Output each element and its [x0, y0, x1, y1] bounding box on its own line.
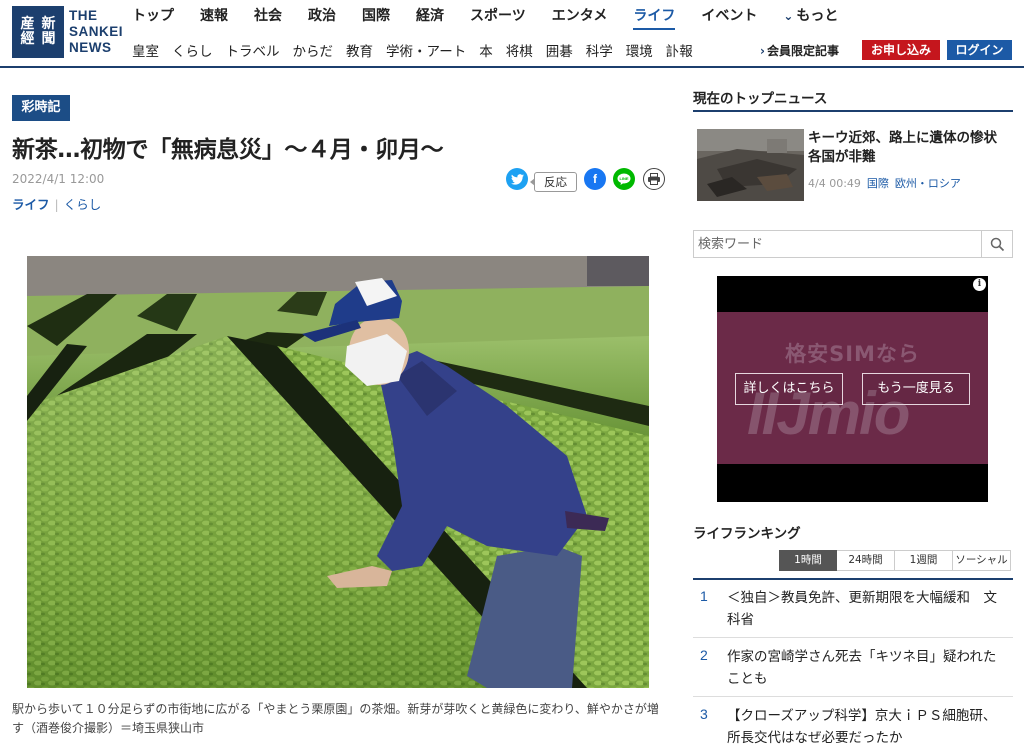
nav-sports[interactable]: スポーツ: [470, 0, 526, 30]
ranking-heading: ライフランキング: [693, 526, 801, 542]
logo-mark: 産 新 經 聞: [12, 6, 64, 58]
rank-title: 【クローズアップ科学】京大ｉＰＳ細胞研、所長交代はなぜ必要だったか: [727, 708, 997, 746]
subnav-go[interactable]: 囲碁: [546, 40, 573, 60]
ranking-tabs: 1時間 24時間 1週間 ソーシャル: [779, 550, 1011, 571]
print-icon[interactable]: [643, 168, 665, 190]
nav-top[interactable]: トップ: [132, 0, 174, 30]
category-life-link[interactable]: ライフ: [12, 197, 50, 212]
facebook-icon[interactable]: f: [584, 168, 606, 190]
nav-politics[interactable]: 政治: [308, 0, 336, 30]
tab-1-week[interactable]: 1週間: [895, 550, 953, 571]
member-only-link[interactable]: › 会員限定記事: [760, 42, 839, 59]
nav-society[interactable]: 社会: [254, 0, 282, 30]
top-news-meta: 4/4 00:49 国際 欧州・ロシア: [808, 175, 967, 191]
subnav-education[interactable]: 教育: [346, 40, 373, 60]
search-box: [693, 230, 1013, 258]
subnav-living[interactable]: くらし: [172, 40, 213, 60]
nav-international[interactable]: 国際: [362, 0, 390, 30]
top-news-time: 4/4 00:49: [808, 177, 861, 190]
sankei-logo[interactable]: 産 新 經 聞 THE SANKEI NEWS: [12, 6, 123, 60]
category-living-link[interactable]: くらし: [64, 197, 102, 212]
subnav-science[interactable]: 科学: [586, 40, 613, 60]
subnav-imperial[interactable]: 皇室: [132, 40, 159, 60]
twitter-icon[interactable]: [506, 168, 528, 190]
photo-caption: 駅から歩いて１０分足らずの市街地に広がる「やまとう栗原園」の茶畑。新芽が芽吹くと…: [12, 702, 659, 735]
ad-replay-button[interactable]: もう一度見る: [862, 373, 970, 405]
subnav-obituaries[interactable]: 訃報: [666, 40, 693, 60]
top-news-thumbnail[interactable]: [697, 129, 804, 201]
search-button[interactable]: [981, 231, 1012, 257]
rank-title: 作家の宮崎学さん死去「キツネ目」疑われたことも: [727, 649, 997, 687]
subnav-shogi[interactable]: 将棋: [506, 40, 533, 60]
top-news-category-international[interactable]: 国際: [867, 177, 889, 190]
rank-number: 1: [700, 588, 708, 604]
ranking-item[interactable]: 3 【クローズアップ科学】京大ｉＰＳ細胞研、所長交代はなぜ必要だったか: [693, 698, 1013, 749]
info-icon[interactable]: i: [973, 278, 986, 291]
tab-24-hours[interactable]: 24時間: [837, 550, 895, 571]
subnav-environment[interactable]: 環境: [626, 40, 653, 60]
ad-tagline: 格安SIMなら: [785, 342, 920, 366]
top-news-category-europe-russia[interactable]: 欧州・ロシア: [895, 177, 961, 190]
login-button[interactable]: ログイン: [947, 40, 1012, 60]
tab-1-hour[interactable]: 1時間: [779, 550, 837, 571]
logo-text: THE SANKEI NEWS: [69, 8, 124, 55]
rank-number: 2: [700, 647, 708, 663]
main-nav: トップ 速報 社会 政治 国際 経済 スポーツ エンタメ ライフ イベント ⌄ も…: [132, 0, 838, 30]
site-header: 産 新 經 聞 THE SANKEI NEWS トップ 速報 社会 政治 国際 …: [0, 0, 1024, 68]
rank-number: 3: [700, 706, 708, 722]
category-separator: |: [54, 197, 59, 212]
subnav-books[interactable]: 本: [479, 40, 493, 60]
reaction-button[interactable]: 反応: [530, 172, 577, 192]
line-icon[interactable]: LINE: [613, 168, 635, 190]
nav-breaking[interactable]: 速報: [200, 0, 228, 30]
nav-life[interactable]: ライフ: [633, 0, 676, 30]
top-news-heading: 現在のトップニュース: [693, 91, 828, 107]
ranking-item[interactable]: 1 ＜独自＞教員免許、更新期限を大幅緩和 文科省: [693, 580, 1013, 638]
rank-title: ＜独自＞教員免許、更新期限を大幅緩和 文科省: [727, 590, 997, 628]
search-icon: [990, 237, 1004, 251]
apply-button[interactable]: お申し込み: [862, 40, 940, 60]
nav-economy[interactable]: 経済: [416, 0, 444, 30]
subnav-travel[interactable]: トラベル: [226, 40, 280, 60]
article-photo-tea-field: [27, 256, 649, 688]
article-categories: ライフ | くらし: [12, 194, 101, 213]
subnav-academic-art[interactable]: 学術・アート: [386, 40, 466, 60]
search-input[interactable]: [694, 231, 982, 257]
svg-text:LINE: LINE: [619, 176, 628, 181]
series-badge[interactable]: 彩時記: [12, 95, 70, 121]
ad-details-button[interactable]: 詳しくはこちら: [735, 373, 843, 405]
chevron-down-icon: ⌄: [783, 9, 794, 23]
top-news-divider: [693, 110, 1013, 112]
chevron-right-icon: ›: [760, 44, 765, 58]
subnav-health[interactable]: からだ: [293, 40, 334, 60]
nav-events[interactable]: イベント: [701, 0, 757, 30]
article-title: 新茶…初物で「無病息災」～４月・卯月～: [12, 137, 444, 163]
article-date: 2022/4/1 12:00: [12, 172, 105, 186]
sub-nav: 皇室 くらし トラベル からだ 教育 学術・アート 本 将棋 囲碁 科学 環境 …: [132, 40, 706, 60]
ranking-item[interactable]: 2 作家の宮崎学さん死去「キツネ目」疑われたことも: [693, 639, 1013, 697]
nav-more[interactable]: ⌄ もっと: [783, 0, 838, 30]
nav-entertainment[interactable]: エンタメ: [552, 0, 608, 30]
advertisement[interactable]: 格安SIMなら IIJmio 詳しくはこちら もう一度見る i: [717, 276, 988, 502]
top-news-title[interactable]: キーウ近郊、路上に遺体の惨状 各国が非難: [808, 129, 1013, 167]
tab-social[interactable]: ソーシャル: [953, 550, 1011, 571]
